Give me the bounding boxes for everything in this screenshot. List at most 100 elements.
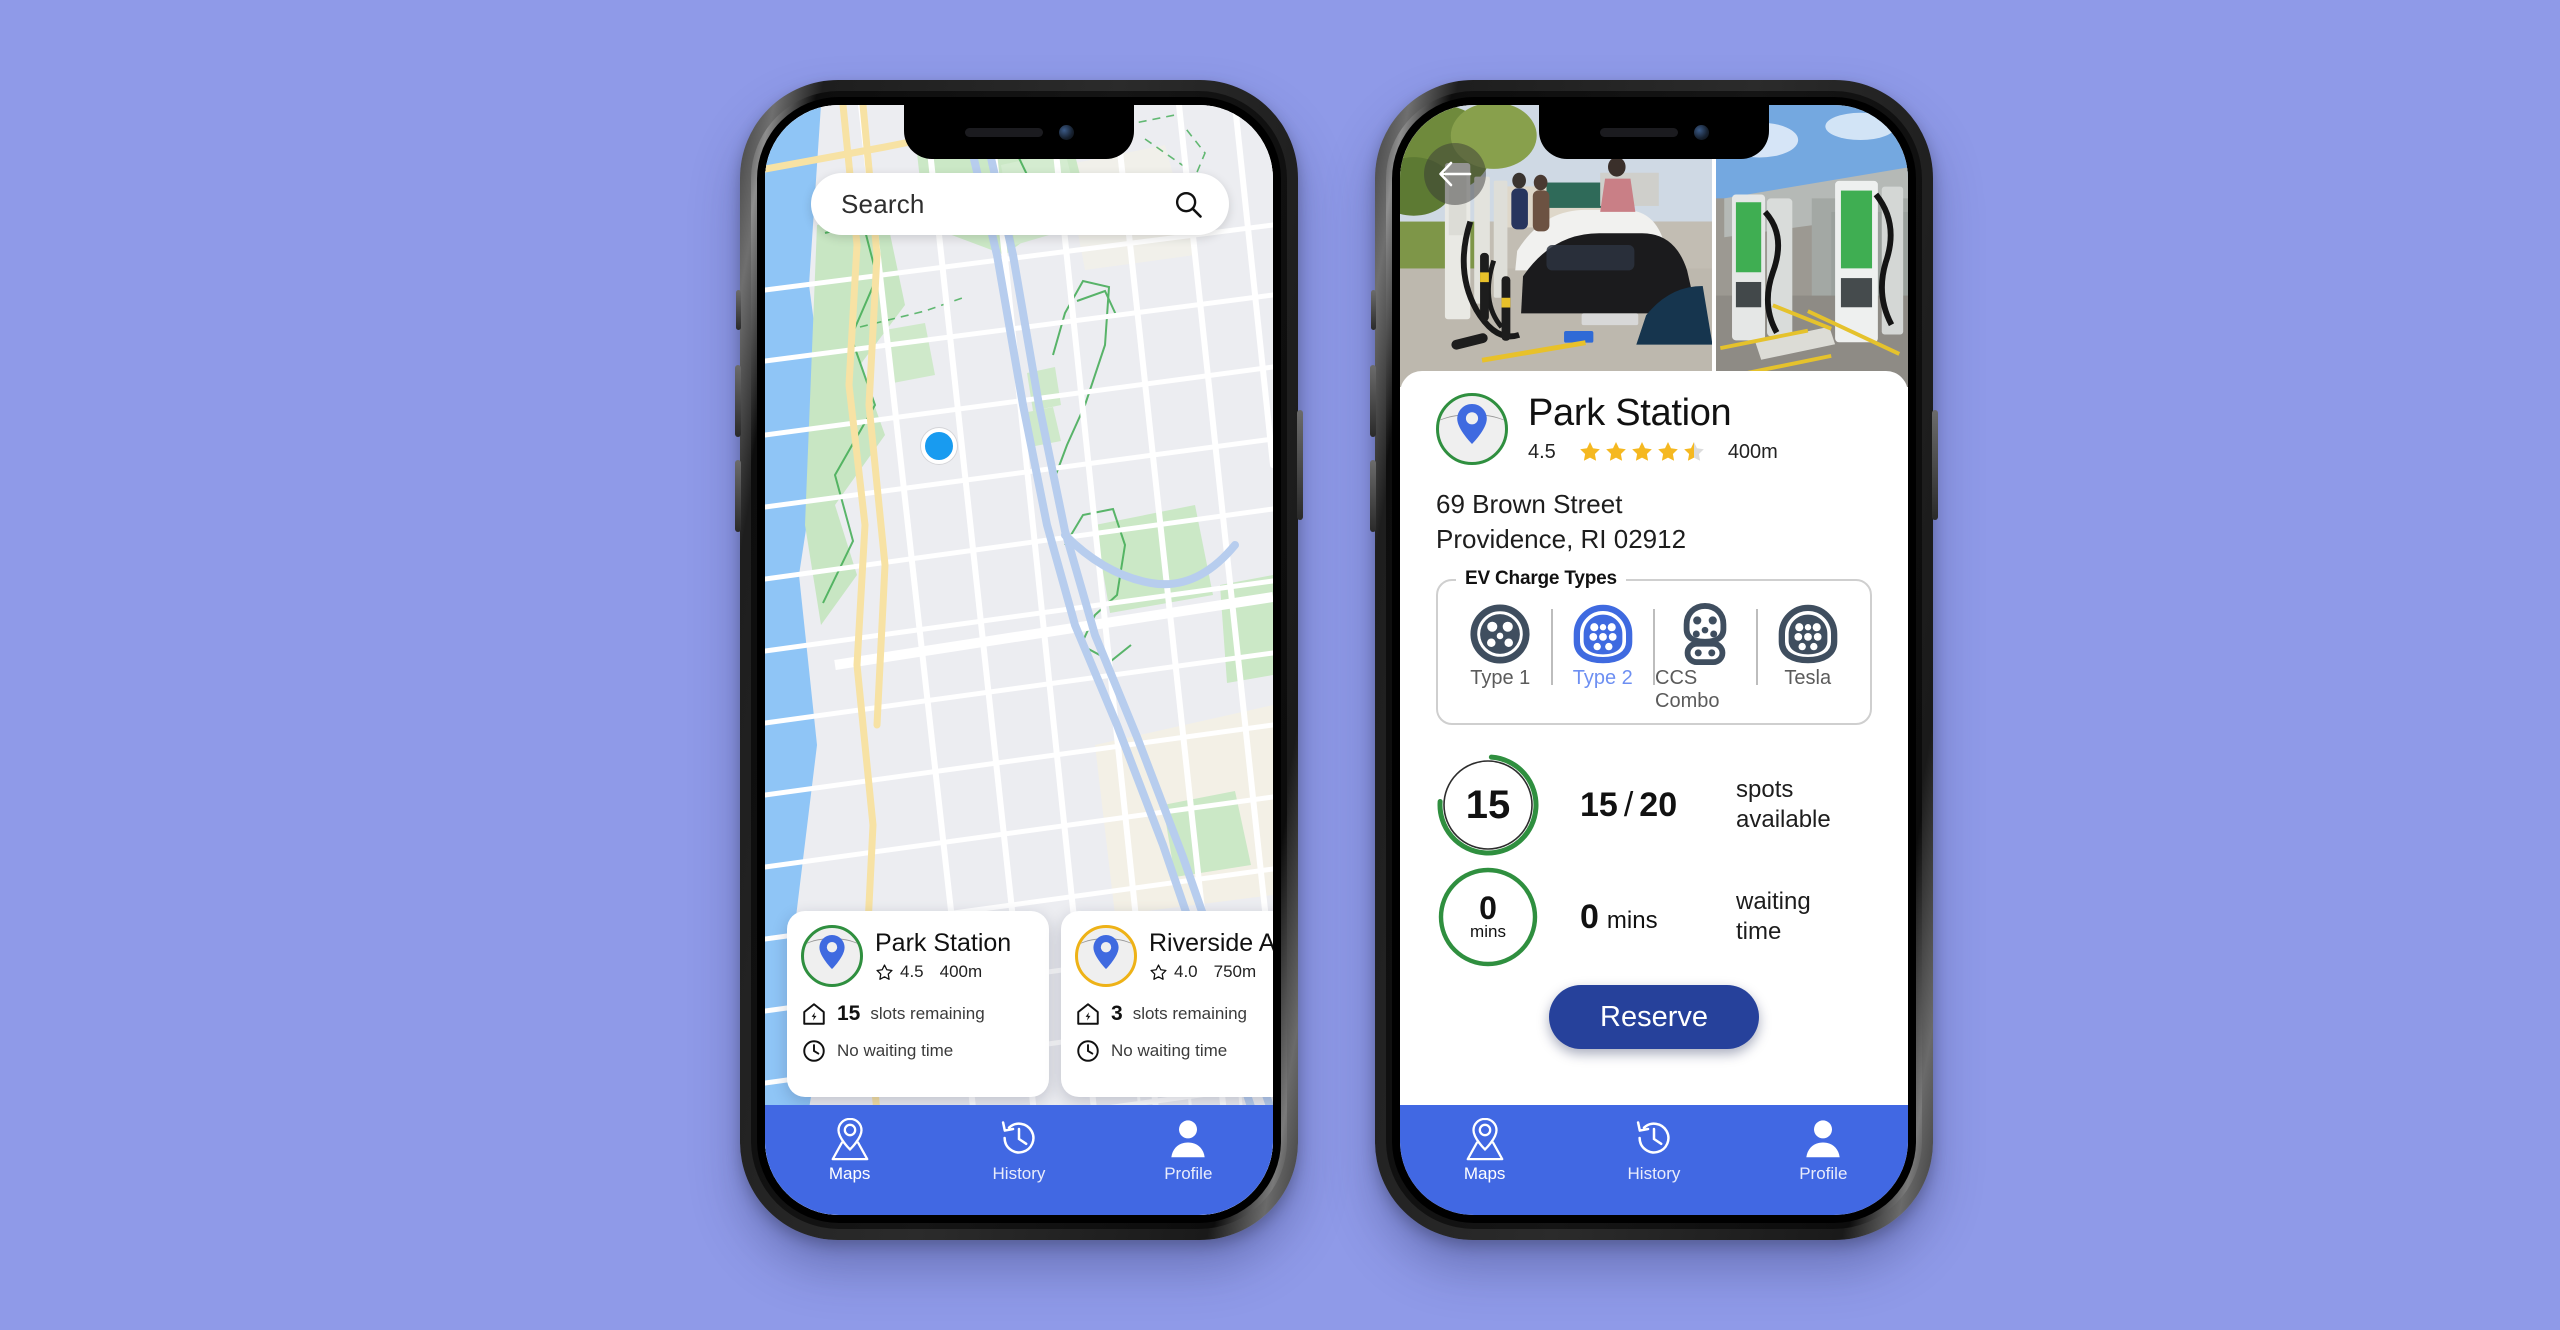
station-card-header: Park Station 4.5 400m xyxy=(801,925,1035,987)
station-stats: 15 15/20 spots available 0 mins 0 mins w… xyxy=(1436,749,1872,973)
progress-ring-graphic xyxy=(1438,867,1538,967)
progress-ring-graphic xyxy=(1437,754,1539,856)
nav-item-history[interactable]: History xyxy=(1570,1115,1738,1184)
search-input[interactable]: Search xyxy=(841,189,1173,220)
station-avatar xyxy=(801,925,863,987)
scene-background: Search Park Station 4.5 400m 15 slots re… xyxy=(0,0,2560,1330)
volume-down-button[interactable] xyxy=(735,460,741,532)
bottom-nav-bar-map: Maps History Profile xyxy=(765,1105,1273,1215)
mute-switch[interactable] xyxy=(1371,290,1376,330)
waiting-label-line-2: time xyxy=(1736,918,1782,946)
slots-row: 15 slots remaining xyxy=(801,1001,1035,1027)
spots-total-value: 20 xyxy=(1639,785,1678,824)
waiting-stat-row: 0 mins 0 mins waiting time xyxy=(1436,861,1872,973)
search-icon[interactable] xyxy=(1173,189,1203,219)
device-notch xyxy=(904,105,1134,159)
nav-item-maps[interactable]: Maps xyxy=(766,1115,934,1184)
waiting-label-line-1: waiting xyxy=(1736,888,1811,916)
nav-label-profile: Profile xyxy=(1799,1164,1848,1183)
charge-type-label: Type 2 xyxy=(1572,667,1633,690)
slots-row: 3 slots remaining xyxy=(1075,1001,1273,1027)
address-line-2: Providence, RI 02912 xyxy=(1436,524,1687,555)
charge-type-label: Type 1 xyxy=(1470,667,1531,690)
spots-label-line-2: available xyxy=(1736,806,1831,834)
power-button[interactable] xyxy=(1932,410,1938,520)
star-full-icon xyxy=(1658,442,1678,462)
clock-icon xyxy=(1077,1040,1099,1062)
person-icon xyxy=(1806,1120,1840,1158)
reserve-button[interactable]: Reserve xyxy=(1549,985,1759,1050)
nav-item-profile[interactable]: Profile xyxy=(1105,1115,1273,1184)
map-pin-icon xyxy=(819,934,845,969)
charge-type-type-1[interactable]: Type 1 xyxy=(1450,603,1551,713)
type2-connector-icon xyxy=(1573,604,1633,664)
nav-label-history: History xyxy=(1627,1164,1681,1183)
back-button[interactable] xyxy=(1424,143,1486,205)
charge-type-type-2[interactable]: Type 2 xyxy=(1553,603,1654,713)
station-address: 69 Brown Street Providence, RI 02912 xyxy=(1436,487,1872,557)
station-card-stats: 3 slots remaining No waiting time xyxy=(1075,1001,1273,1064)
nav-item-maps[interactable]: Maps xyxy=(1401,1115,1569,1184)
bottom-nav-bar-detail: Maps History Profile xyxy=(1400,1105,1908,1215)
station-meta: 4.5 400m xyxy=(875,962,1011,982)
charge-type-label: Tesla xyxy=(1784,667,1832,690)
station-distance: 400m xyxy=(939,962,983,982)
map-pin-icon xyxy=(1466,1117,1504,1161)
waiting-value: 0 xyxy=(1580,897,1599,936)
power-button[interactable] xyxy=(1297,410,1303,520)
charge-type-tesla[interactable]: Tesla xyxy=(1758,603,1859,713)
search-bar[interactable]: Search xyxy=(811,173,1229,235)
nav-item-history[interactable]: History xyxy=(935,1115,1103,1184)
station-rating: 4.5 xyxy=(875,962,924,982)
station-name: Riverside Av xyxy=(1149,928,1273,957)
volume-up-button[interactable] xyxy=(1370,365,1376,437)
phone-screen-map: Search Park Station 4.5 400m 15 slots re… xyxy=(765,105,1273,1215)
spots-label: spots available xyxy=(1736,775,1831,835)
station-card-header: Riverside Av 4.0 750m xyxy=(1075,925,1273,987)
mute-switch[interactable] xyxy=(736,290,741,330)
address-line-1: 69 Brown Street xyxy=(1436,489,1623,519)
page-title: Park Station xyxy=(1528,391,1732,434)
detail-header: Park Station 4.5 400m xyxy=(1436,393,1872,465)
charge-type-label: CCS Combo xyxy=(1655,667,1720,713)
map-pin-icon xyxy=(1457,403,1487,444)
station-meta: 4.0 750m xyxy=(1149,962,1273,982)
waiting-unit: mins xyxy=(1606,906,1658,934)
spots-label-line-1: spots xyxy=(1736,776,1794,804)
front-camera xyxy=(1058,124,1074,140)
station-card-list: Park Station 4.5 400m 15 slots remaining… xyxy=(787,911,1273,1097)
station-distance: 750m xyxy=(1213,962,1257,982)
waiting-value-group: 0 mins xyxy=(1540,898,1736,937)
star-half-icon xyxy=(1684,442,1704,462)
slots-label: slots remaining xyxy=(1132,1004,1248,1023)
waiting-label: waiting time xyxy=(1736,887,1811,947)
volume-up-button[interactable] xyxy=(735,365,741,437)
charge-type-ccs-combo[interactable]: CCS Combo xyxy=(1655,603,1756,713)
star-full-icon xyxy=(1632,442,1652,462)
nav-item-profile[interactable]: Profile xyxy=(1740,1115,1908,1184)
volume-down-button[interactable] xyxy=(1370,460,1376,532)
nav-label-maps: Maps xyxy=(1463,1164,1506,1183)
nav-label-profile: Profile xyxy=(1164,1164,1213,1183)
map-pin-icon xyxy=(831,1117,869,1161)
waiting-label: No waiting time xyxy=(837,1041,954,1060)
station-avatar xyxy=(1436,393,1508,465)
distance-value: 400m xyxy=(1727,440,1778,463)
station-card-park-station[interactable]: Park Station 4.5 400m 15 slots remaining… xyxy=(787,911,1049,1097)
star-full-icon xyxy=(1580,442,1600,462)
nav-label-maps: Maps xyxy=(828,1164,871,1183)
spots-separator: / xyxy=(1623,785,1634,824)
spots-stat-row: 15 15/20 spots available xyxy=(1436,749,1872,861)
station-card-stats: 15 slots remaining No waiting time xyxy=(801,1001,1035,1064)
charging-house-icon xyxy=(1077,1003,1099,1025)
station-card-riverside-av[interactable]: Riverside Av 4.0 750m xyxy=(1061,911,1273,1097)
star-outline-icon xyxy=(1150,964,1167,980)
star-full-icon xyxy=(1606,442,1626,462)
station-card-text: Park Station 4.5 400m xyxy=(875,929,1011,983)
waiting-label: No waiting time xyxy=(1111,1041,1228,1060)
history-clock-icon xyxy=(1001,1121,1035,1154)
tesla-connector-icon xyxy=(1778,604,1838,664)
waiting-progress-ring: 0 mins xyxy=(1436,865,1540,969)
station-detail-sheet: Park Station 4.5 400m 69 Brown Street Pr… xyxy=(1400,371,1908,1115)
person-icon xyxy=(1171,1120,1205,1158)
